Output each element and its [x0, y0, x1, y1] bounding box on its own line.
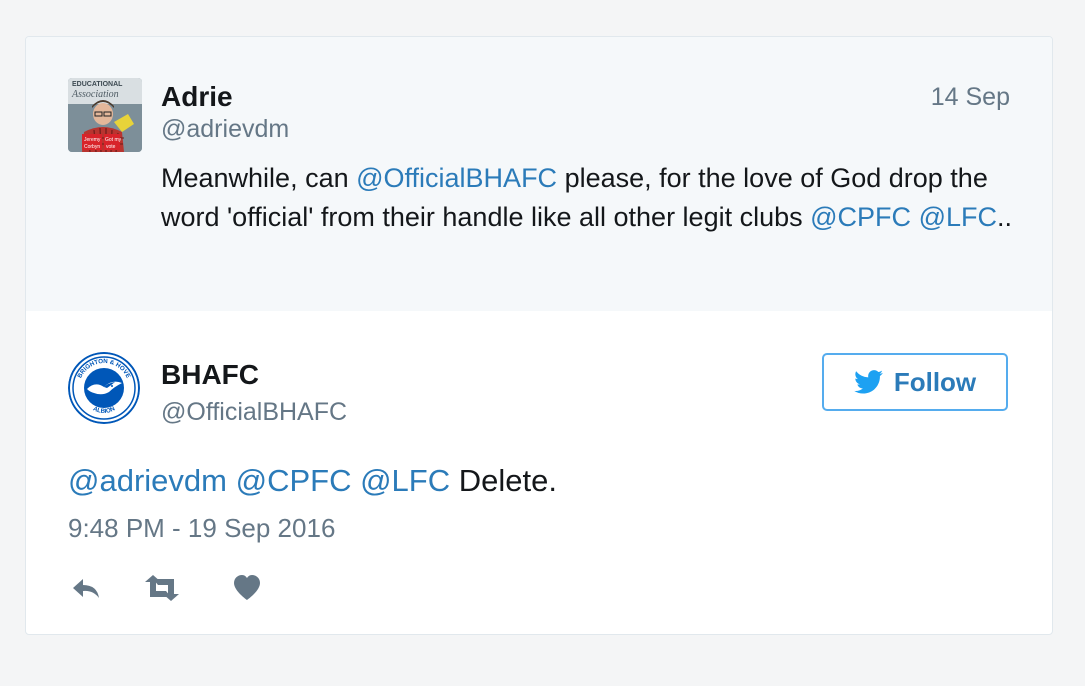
- like-button[interactable]: [232, 572, 262, 604]
- avatar-sign-line1: EDUCATIONAL: [72, 81, 123, 88]
- avatar-badge-line4: vote: [106, 144, 116, 150]
- avatar-badge-line1: Jeremy: [84, 137, 101, 143]
- avatar-sign-line2: Association: [71, 89, 119, 100]
- reply-icon: [73, 579, 99, 598]
- avatar-bhafc[interactable]: BRIGHTON & HOVE ALBION: [68, 352, 140, 424]
- main-tweet-body: Delete.: [450, 463, 557, 498]
- quoted-author-name[interactable]: Adrie: [161, 81, 233, 113]
- avatar-adrie[interactable]: EDUCATIONAL Association Jeremy Corbyn Go…: [68, 78, 142, 152]
- quoted-author-handle[interactable]: @adrievdm: [161, 115, 289, 144]
- mention-cpfc-main[interactable]: @CPFC: [236, 463, 352, 498]
- tweet-card: EDUCATIONAL Association Jeremy Corbyn Go…: [25, 36, 1053, 635]
- main-tweet-text: @adrievdm @CPFC @LFC Delete.: [68, 461, 557, 501]
- mention-officialbhafc[interactable]: @OfficialBHAFC: [356, 163, 557, 193]
- follow-button-label: Follow: [893, 366, 977, 397]
- quoted-text-part3: [911, 202, 919, 232]
- avatar-adrie-photo: EDUCATIONAL Association Jeremy Corbyn Go…: [68, 78, 142, 152]
- bhafc-crest-icon: BRIGHTON & HOVE ALBION: [68, 352, 140, 424]
- follow-button[interactable]: Follow: [822, 353, 1008, 411]
- main-author-name[interactable]: BHAFC: [161, 359, 259, 391]
- mention-lfc-main[interactable]: @LFC: [360, 463, 450, 498]
- quoted-text-part1: Meanwhile, can: [161, 163, 357, 193]
- main-author-handle[interactable]: @OfficialBHAFC: [161, 398, 347, 427]
- mention-cpfc[interactable]: @CPFC: [810, 202, 911, 232]
- quoted-tweet[interactable]: EDUCATIONAL Association Jeremy Corbyn Go…: [26, 37, 1052, 311]
- quoted-text-part4: ..: [996, 202, 1012, 232]
- quoted-tweet-text: Meanwhile, can @OfficialBHAFC please, fo…: [161, 159, 1021, 237]
- twitter-bird-icon: [853, 370, 883, 394]
- reply-button[interactable]: [70, 572, 102, 604]
- avatar-badge-line2: Corbyn: [84, 144, 100, 150]
- mention-adrievdm[interactable]: @adrievdm: [68, 463, 227, 498]
- retweet-button[interactable]: [142, 572, 182, 604]
- avatar-badge-line3: Got my: [105, 137, 122, 143]
- tweet-timestamp[interactable]: 9:48 PM - 19 Sep 2016: [68, 513, 335, 544]
- retweet-icon: [145, 575, 179, 601]
- quoted-tweet-date[interactable]: 14 Sep: [931, 83, 1010, 112]
- heart-icon: [234, 575, 260, 600]
- mention-lfc[interactable]: @LFC: [919, 202, 997, 232]
